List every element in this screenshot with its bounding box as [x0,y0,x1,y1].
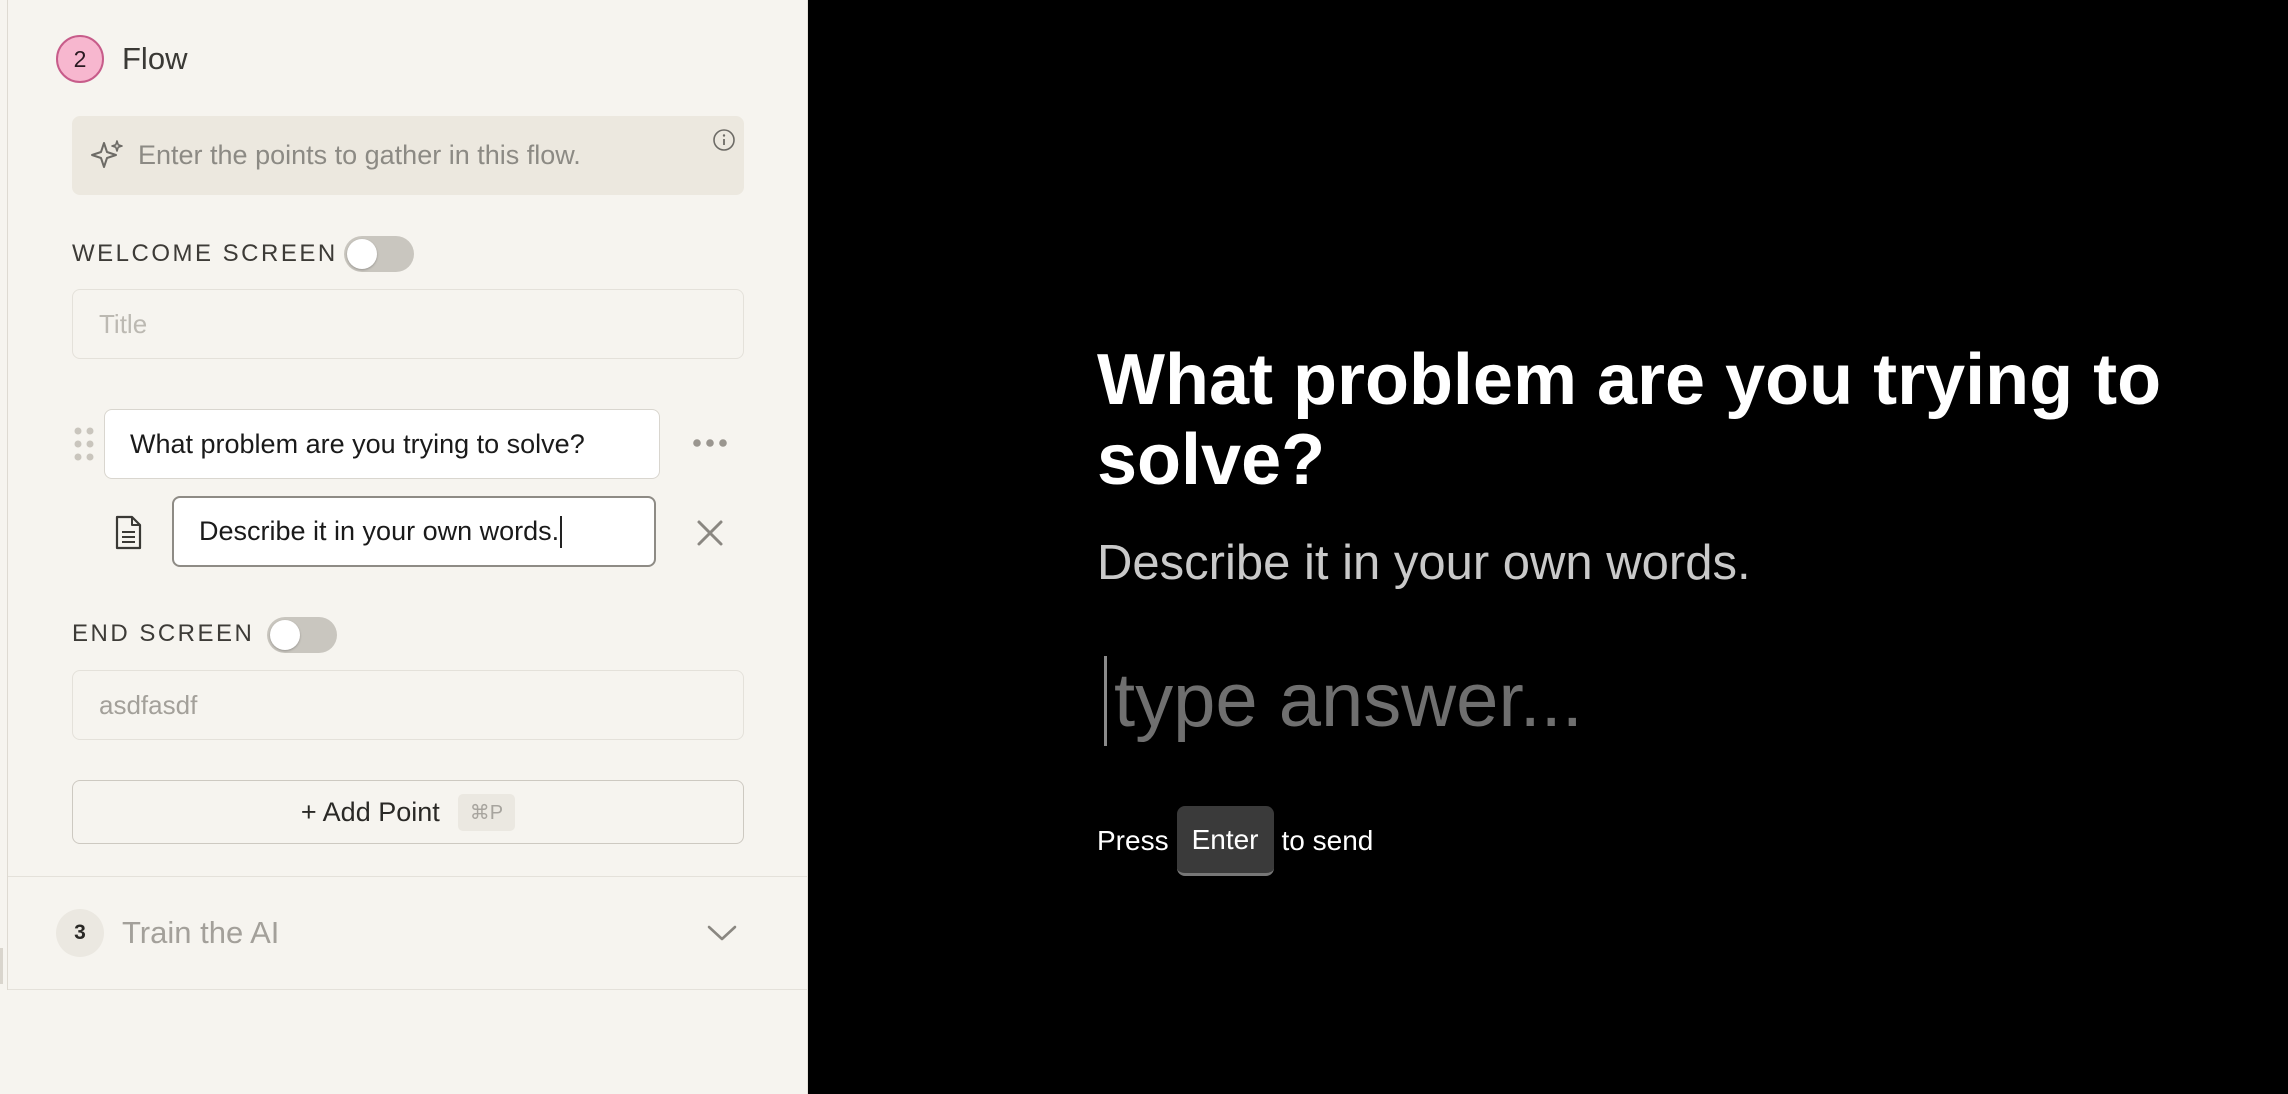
send-label: to send [1281,825,1374,856]
enter-key-button[interactable]: Enter [1176,806,1274,876]
info-icon[interactable] [712,128,736,152]
welcome-title-placeholder: Title [99,308,148,339]
points-hint-text: Enter the points to gather in this flow. [138,140,581,170]
end-screen-input[interactable]: asdfasdf [72,670,744,740]
more-options-icon[interactable] [690,433,730,453]
question-input[interactable]: What problem are you trying to solve? [104,409,660,479]
train-step-header[interactable]: 3 Train the AI [56,909,746,957]
answer-caret [1104,656,1107,746]
question-input-text: What problem are you trying to solve? [130,428,585,459]
toggle-knob [347,239,377,269]
description-input-text: Describe it in your own words. [199,516,560,546]
text-caret [560,515,563,548]
preview-question: What problem are you trying to solve? [1097,340,2162,500]
train-step-title: Train the AI [122,915,280,950]
sparkle-icon [91,139,123,168]
flow-step-number: 2 [56,35,104,83]
section-divider [8,989,808,990]
close-icon[interactable] [696,519,724,547]
add-point-button[interactable]: + Add Point ⌘P [72,780,744,844]
welcome-screen-label: WELCOME SCREEN [72,240,338,267]
train-step-number: 3 [56,909,104,957]
toggle-knob [270,620,300,650]
welcome-screen-toggle[interactable] [344,236,414,272]
add-point-label: + Add Point [300,796,440,827]
points-hint-box[interactable]: Enter the points to gather in this flow. [72,116,744,195]
panel-edge [7,0,8,990]
preview-description: Describe it in your own words. [1097,536,1751,590]
edge-marker [0,948,3,984]
description-input[interactable]: Describe it in your own words. [172,496,656,567]
flow-step-header[interactable]: 2 Flow [56,35,187,83]
press-label: Press [1097,825,1169,856]
answer-input[interactable]: type answer... [1114,656,1583,746]
drag-handle-icon[interactable] [73,426,95,462]
chevron-down-icon[interactable] [706,923,738,943]
section-divider [8,876,808,877]
add-point-shortcut: ⌘P [457,793,516,831]
document-icon [115,515,142,550]
editor-panel: 2 Flow Enter the points to gather in thi… [0,0,808,1094]
flow-step-title: Flow [122,41,188,76]
end-screen-label: END SCREEN [72,620,255,647]
welcome-title-input[interactable]: Title [72,289,744,359]
end-screen-value: asdfasdf [99,689,198,720]
end-screen-toggle[interactable] [267,617,337,653]
send-instruction: Press Enter to send [1097,806,1373,876]
